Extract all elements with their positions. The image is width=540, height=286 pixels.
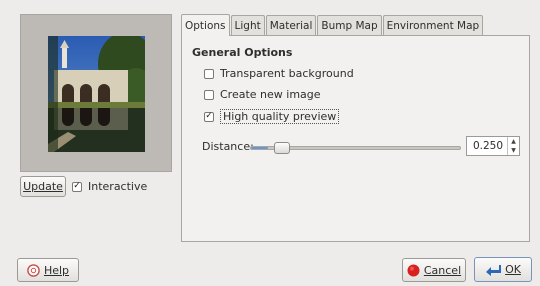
preview-image [48, 36, 145, 152]
distance-slider-handle[interactable] [274, 142, 290, 154]
transparent-background-checkbox[interactable] [204, 68, 214, 79]
update-button[interactable]: Update [20, 176, 66, 197]
ok-button-label: OK [505, 263, 521, 276]
cancel-button-label: Cancel [423, 263, 462, 277]
tab-bar: Options Light Material Bump Map Environm… [181, 14, 484, 36]
tab-material-label: Material [269, 20, 313, 32]
distance-slider-fill [251, 147, 268, 149]
create-new-image-label: Create new image [220, 88, 321, 101]
high-quality-preview-label: High quality preview [220, 109, 340, 124]
help-icon [27, 263, 40, 277]
distance-spinbutton[interactable]: 0.250 ▲ ▼ [466, 136, 520, 156]
distance-label: Distance: [202, 140, 254, 153]
help-button-label: Help [43, 263, 70, 277]
interactive-toggle[interactable]: ✓ Interactive [72, 180, 147, 193]
ok-arrow-icon [485, 264, 502, 276]
create-new-image-checkbox[interactable] [204, 89, 214, 100]
options-panel: General Options Transparent background C… [181, 35, 530, 242]
cancel-icon [407, 264, 420, 277]
tab-light[interactable]: Light [230, 15, 265, 36]
interactive-checkbox[interactable]: ✓ [72, 181, 82, 192]
tab-options-label: Options [185, 19, 226, 32]
transparent-background-label: Transparent background [220, 67, 354, 80]
tab-bump-map-label: Bump Map [321, 20, 378, 32]
high-quality-preview-toggle[interactable]: ✓ High quality preview [204, 109, 340, 124]
spin-down-icon[interactable]: ▼ [511, 146, 516, 155]
update-button-label: Update [23, 180, 63, 193]
help-button[interactable]: Help [17, 258, 79, 282]
tab-light-label: Light [234, 20, 261, 32]
ok-button[interactable]: OK [474, 257, 532, 282]
high-quality-preview-checkbox[interactable]: ✓ [204, 111, 214, 122]
tab-material[interactable]: Material [265, 15, 317, 36]
spin-arrows[interactable]: ▲ ▼ [507, 137, 519, 155]
section-title: General Options [192, 46, 293, 59]
distance-slider[interactable] [250, 142, 461, 154]
interactive-label: Interactive [88, 180, 148, 193]
spin-up-icon[interactable]: ▲ [511, 137, 516, 146]
tab-environment-map[interactable]: Environment Map [382, 15, 484, 36]
distance-value: 0.250 [472, 140, 503, 152]
cancel-button[interactable]: Cancel [402, 258, 466, 282]
transparent-background-toggle[interactable]: Transparent background [204, 67, 354, 80]
tab-options[interactable]: Options [181, 14, 230, 36]
tab-environment-map-label: Environment Map [386, 20, 480, 32]
preview-frame [20, 14, 172, 172]
create-new-image-toggle[interactable]: Create new image [204, 88, 321, 101]
tab-bump-map[interactable]: Bump Map [317, 15, 382, 36]
